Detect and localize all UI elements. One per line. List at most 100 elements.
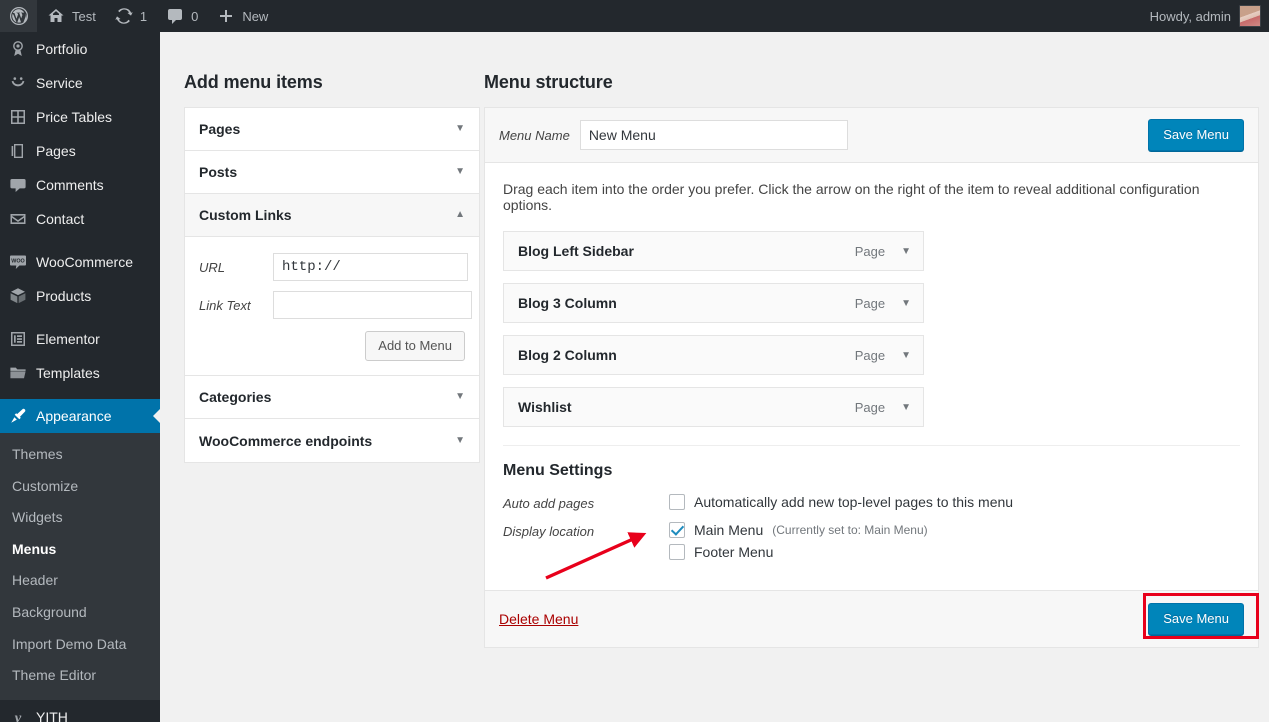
submenu-item-background[interactable]: Background: [0, 597, 160, 629]
elementor-icon: [0, 329, 36, 349]
chevron-down-icon[interactable]: ▼: [901, 246, 911, 257]
sidebar-item-elementor[interactable]: Elementor: [0, 322, 160, 356]
sidebar-item-label: Comments: [36, 178, 104, 192]
menu-item-row[interactable]: Blog 2 Column Page ▼: [503, 335, 924, 375]
submenu-item-import-demo-data[interactable]: Import Demo Data: [0, 629, 160, 661]
location-main-menu-note: (Currently set to: Main Menu): [772, 523, 927, 537]
submenu-item-menus[interactable]: Menus: [0, 534, 160, 566]
menu-item-meta: Page ▼: [855, 348, 911, 363]
accordion-header-pages[interactable]: Pages ▼: [185, 108, 479, 151]
plus-icon: [216, 6, 236, 26]
location-main-menu-line: Main Menu (Currently set to: Main Menu): [669, 522, 1240, 538]
location-footer-menu-checkbox[interactable]: [669, 544, 685, 560]
menu-item-type: Page: [855, 348, 885, 363]
sidebar-item-label: Pages: [36, 144, 76, 158]
menu-item-type: Page: [855, 244, 885, 259]
accordion-header-categories[interactable]: Categories ▼: [185, 376, 479, 419]
auto-add-pages-checkbox[interactable]: [669, 494, 685, 510]
location-main-menu-checkbox[interactable]: [669, 522, 685, 538]
link-text-input[interactable]: [273, 291, 472, 319]
sidebar-separator: [0, 313, 160, 322]
accordion-header-woocommerce-endpoints[interactable]: WooCommerce endpoints ▼: [185, 419, 479, 462]
menu-name-input[interactable]: [580, 120, 848, 150]
woocommerce-icon: WOO: [0, 252, 36, 272]
comment-bubble-icon: [0, 175, 36, 195]
location-footer-menu-label: Footer Menu: [694, 544, 773, 560]
wordpress-logo-button[interactable]: [0, 0, 37, 32]
sidebar-item-templates[interactable]: Templates: [0, 356, 160, 390]
sidebar-item-pages[interactable]: Pages: [0, 134, 160, 168]
howdy-label: Howdy, admin: [1150, 9, 1231, 24]
menu-structure-header: Menu Name Save Menu: [485, 108, 1258, 163]
chevron-down-icon: ▼: [455, 124, 465, 134]
updates-count: 1: [140, 9, 147, 24]
smiley-icon: [0, 73, 36, 93]
sidebar-item-comments[interactable]: Comments: [0, 168, 160, 202]
submenu-item-theme-editor[interactable]: Theme Editor: [0, 660, 160, 692]
chevron-down-icon: ▼: [455, 436, 465, 446]
comments-button[interactable]: 0: [156, 0, 207, 32]
save-menu-button-bottom[interactable]: Save Menu: [1148, 603, 1244, 635]
sidebar-item-contact[interactable]: Contact: [0, 202, 160, 236]
home-icon: [46, 6, 66, 26]
display-location-row: Display location Main Menu (Currently se…: [503, 522, 1240, 566]
auto-add-pages-body: Automatically add new top-level pages to…: [669, 494, 1240, 516]
menu-item-row[interactable]: Blog 3 Column Page ▼: [503, 283, 924, 323]
sidebar-item-label: WooCommerce: [36, 255, 133, 269]
sidebar-separator: [0, 390, 160, 399]
sidebar-item-price-tables[interactable]: Price Tables: [0, 100, 160, 134]
sidebar-item-products[interactable]: Products: [0, 279, 160, 313]
accordion-label: Pages: [199, 121, 240, 137]
sidebar-item-appearance[interactable]: Appearance: [0, 399, 160, 433]
account-menu-button[interactable]: Howdy, admin: [1141, 0, 1269, 32]
menu-structure-footer: Delete Menu Save Menu: [485, 590, 1258, 647]
comments-count: 0: [191, 9, 198, 24]
accordion-label: Custom Links: [199, 207, 292, 223]
sidebar-item-yith[interactable]: y YITH: [0, 700, 160, 722]
sidebar-item-woocommerce[interactable]: WOO WooCommerce: [0, 245, 160, 279]
add-menu-items-title: Add menu items: [184, 32, 480, 107]
location-main-menu-label: Main Menu: [694, 522, 763, 538]
menu-structure-panel: Menu Name Save Menu Drag each item into …: [484, 107, 1259, 648]
url-field-row: URL: [199, 253, 465, 281]
sidebar-item-label: Appearance: [36, 409, 112, 423]
submenu-item-widgets[interactable]: Widgets: [0, 502, 160, 534]
menu-item-row[interactable]: Blog Left Sidebar Page ▼: [503, 231, 924, 271]
url-label: URL: [199, 260, 273, 275]
url-input[interactable]: [273, 253, 468, 281]
add-to-menu-button[interactable]: Add to Menu: [365, 331, 465, 361]
updates-button[interactable]: 1: [105, 0, 156, 32]
accordion-header-custom-links[interactable]: Custom Links ▲: [185, 194, 479, 237]
admin-sidebar: Portfolio Service Price Tables Pages Com…: [0, 32, 160, 722]
chevron-down-icon[interactable]: ▼: [901, 298, 911, 309]
accordion-label: Posts: [199, 164, 237, 180]
menu-item-meta: Page ▼: [855, 296, 911, 311]
menu-name-row: Menu Name: [499, 120, 848, 150]
new-content-label: New: [242, 9, 268, 24]
add-menu-items-accordion: Pages ▼ Posts ▼ Custom Links ▲ URL Link …: [184, 107, 480, 463]
sidebar-item-service[interactable]: Service: [0, 66, 160, 100]
submenu-item-customize[interactable]: Customize: [0, 471, 160, 503]
submenu-item-themes[interactable]: Themes: [0, 439, 160, 471]
paintbrush-icon: [0, 406, 36, 426]
delete-menu-link[interactable]: Delete Menu: [499, 611, 578, 627]
chevron-down-icon[interactable]: ▼: [901, 402, 911, 413]
sidebar-item-label: Products: [36, 289, 91, 303]
menu-item-type: Page: [855, 400, 885, 415]
site-name-label: Test: [72, 9, 96, 24]
sidebar-item-label: Price Tables: [36, 110, 112, 124]
chevron-down-icon[interactable]: ▼: [901, 350, 911, 361]
site-name-button[interactable]: Test: [37, 0, 105, 32]
accordion-header-posts[interactable]: Posts ▼: [185, 151, 479, 194]
comment-bubble-icon: [165, 6, 185, 26]
admin-bar: Test 1 0 New Howdy, admin: [0, 0, 1269, 32]
submenu-item-header[interactable]: Header: [0, 565, 160, 597]
new-content-button[interactable]: New: [207, 0, 277, 32]
save-menu-button-top[interactable]: Save Menu: [1148, 119, 1244, 151]
sidebar-item-portfolio[interactable]: Portfolio: [0, 32, 160, 66]
menu-item-title: Blog 3 Column: [518, 295, 617, 311]
grid-table-icon: [0, 107, 36, 127]
chevron-down-icon: ▼: [455, 392, 465, 402]
menu-structure-body: Drag each item into the order you prefer…: [485, 163, 1258, 590]
menu-item-row[interactable]: Wishlist Page ▼: [503, 387, 924, 427]
